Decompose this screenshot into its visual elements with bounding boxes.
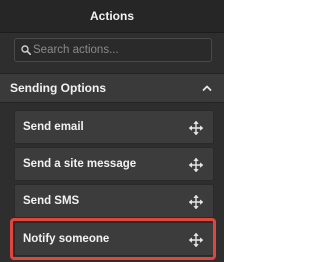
section-title: Sending Options [10, 81, 106, 95]
panel-header: Actions [0, 0, 224, 33]
move-arrows-icon[interactable] [189, 233, 203, 247]
action-item-send-sms[interactable]: Send SMS [14, 184, 214, 218]
search-box[interactable] [14, 38, 212, 62]
panel-title: Actions [89, 9, 134, 23]
action-item-label: Send SMS [23, 195, 80, 207]
chevron-up-icon[interactable] [202, 84, 212, 92]
actions-panel: Actions Sending Options Send email S [0, 0, 224, 262]
move-arrows-icon[interactable] [189, 195, 203, 209]
action-item-send-email[interactable]: Send email [14, 110, 214, 144]
move-arrows-icon[interactable] [189, 121, 203, 135]
search-icon [21, 45, 31, 55]
action-item-label: Notify someone [23, 233, 110, 245]
action-item-send-site-message[interactable]: Send a site message [14, 147, 214, 181]
move-arrows-icon[interactable] [189, 158, 203, 172]
action-item-label: Send email [23, 121, 84, 133]
section-header-sending-options[interactable]: Sending Options [0, 73, 224, 103]
action-item-label: Send a site message [23, 158, 137, 170]
search-input[interactable] [33, 40, 203, 60]
action-item-notify-someone[interactable]: Notify someone [14, 222, 214, 256]
